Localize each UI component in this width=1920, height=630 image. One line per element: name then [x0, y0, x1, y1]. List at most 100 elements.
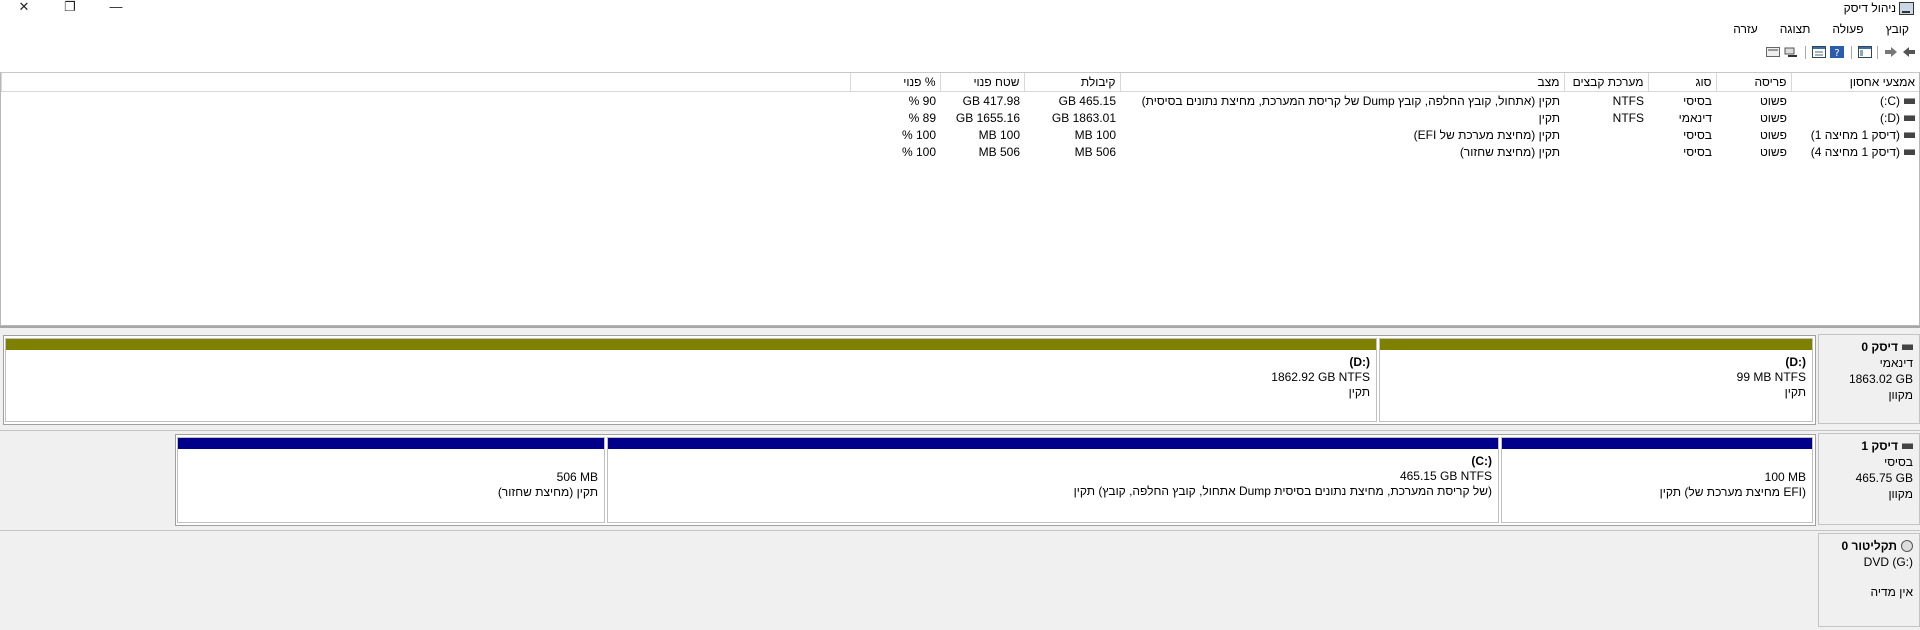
rescan-icon[interactable] — [1784, 46, 1798, 58]
partition-c[interactable]: (C:) 465.15 GB NTFS תקין (אתחול, קובץ הח… — [607, 437, 1499, 523]
disk-0-partitions: (D:) 99 MB NTFS תקין (D:) 1862.92 GB NTF… — [3, 335, 1816, 425]
disk-type: בסיסי — [1884, 455, 1913, 469]
partition-status: תקין — [1784, 385, 1806, 399]
forward-icon[interactable] — [1884, 46, 1898, 58]
column-volume[interactable]: אמצעי אחסון — [1790, 73, 1919, 92]
partition-recovery[interactable]: 506 MB תקין (מחיצת שחזור) — [177, 437, 605, 523]
table-row[interactable]: (D:) פשוט דינאמי NTFS תקין 1863.01 GB 16… — [2, 109, 1920, 126]
volume-capacity: 506 MB — [1074, 144, 1116, 159]
partition-efi[interactable]: 100 MB תקין (מחיצת מערכת של EFI) — [1501, 437, 1813, 523]
partition-status: תקין (מחיצת מערכת של EFI) — [1659, 485, 1806, 499]
partition-label: (D:) — [1349, 355, 1370, 369]
toolbar: ? — [0, 44, 1920, 60]
disk-row-1: דיסק 1 בסיסי 465.75 GB מקוון 100 MB תקין… — [0, 430, 1920, 529]
disk-1-partitions: 100 MB תקין (מחיצת מערכת של EFI) (C:) 46… — [175, 434, 1816, 526]
volume-filesystem — [1564, 143, 1648, 160]
volume-capacity: 100 MB — [1074, 127, 1116, 142]
disk-size: 465.75 GB — [1855, 471, 1913, 485]
disk-icon — [1902, 344, 1913, 350]
column-free-space[interactable]: שטח פנוי — [939, 73, 1024, 92]
volume-type: בסיסי — [1683, 127, 1712, 142]
menu-help[interactable]: עזרה — [1722, 20, 1769, 38]
volume-filesystem: NTFS — [1612, 110, 1644, 125]
menu-view[interactable]: תצוגה — [1769, 20, 1822, 38]
partition-status: תקין (אתחול, קובץ החלפה, קובץ Dump של קר… — [1073, 484, 1492, 498]
partition-label: (D:) — [1785, 355, 1806, 369]
disk-0-label[interactable]: דיסק 0 דינאמי 1863.02 GB מקוון — [1818, 334, 1920, 424]
close-icon[interactable]: ✕ — [10, 0, 38, 16]
disk-row-cdrom: תקליטור 0 DVD (G:) אין מדיה — [0, 530, 1920, 630]
drive-icon — [1904, 131, 1915, 138]
menu-action[interactable]: פעולה — [1821, 20, 1874, 38]
disk-status: מקוון — [1888, 388, 1913, 402]
volume-filesystem — [1564, 126, 1648, 143]
partition-d-main[interactable]: (D:) 1862.92 GB NTFS תקין — [5, 338, 1377, 422]
partition-size: 99 MB NTFS — [1736, 370, 1806, 384]
properties-icon[interactable] — [1812, 46, 1826, 58]
volume-type: בסיסי — [1683, 93, 1712, 108]
volume-layout: פשוט — [1759, 93, 1787, 108]
column-percent-free[interactable]: % פנוי — [849, 73, 940, 92]
disk-1-label[interactable]: דיסק 1 בסיסי 465.75 GB מקוון — [1818, 433, 1920, 525]
volume-status: תקין (מחיצת מערכת של EFI) — [1413, 127, 1560, 142]
column-layout[interactable]: פריסה — [1715, 73, 1791, 92]
partition-size: 465.15 GB NTFS — [1399, 469, 1492, 483]
disk-size: 1863.02 GB — [1848, 372, 1913, 386]
disk-graphical-view: דיסק 0 דינאמי 1863.02 GB מקוון (D:) 99 M… — [0, 326, 1920, 630]
toolbar-separator — [1851, 46, 1852, 59]
drive-icon — [1904, 114, 1915, 121]
volume-free-space: 1655.16 GB — [955, 110, 1020, 125]
partition-d-99mb[interactable]: (D:) 99 MB NTFS תקין — [1379, 338, 1813, 422]
partition-size: 100 MB — [1764, 470, 1806, 484]
restore-icon[interactable]: ❐ — [56, 0, 84, 16]
window-title: ניהול דיסק — [1843, 1, 1896, 15]
menu-bar: קובץ פעולה תצוגה עזרה — [1722, 20, 1920, 38]
volume-status: תקין — [1538, 110, 1560, 125]
cdrom-0-label[interactable]: תקליטור 0 DVD (G:) אין מדיה — [1818, 533, 1920, 627]
volume-type: בסיסי — [1683, 144, 1712, 159]
column-filesystem[interactable]: מערכת קבצים — [1563, 73, 1648, 92]
volume-list: אמצעי אחסון פריסה סוג מערכת קבצים מצב קי… — [0, 72, 1920, 326]
volume-capacity: 465.15 GB — [1058, 93, 1116, 108]
volume-percent-free: 89 % — [908, 110, 936, 125]
partition-size: 506 MB — [556, 470, 598, 484]
table-row[interactable]: (דיסק 1 מחיצה 1) פשוט בסיסי תקין (מחיצת … — [2, 126, 1920, 143]
disk-type: דינאמי — [1879, 356, 1913, 370]
volume-name: (דיסק 1 מחיצה 1) — [1810, 127, 1900, 142]
svg-text:?: ? — [1834, 48, 1839, 58]
volume-name: (דיסק 1 מחיצה 4) — [1810, 144, 1900, 159]
volume-layout: פשוט — [1759, 110, 1787, 125]
view-icon[interactable] — [1766, 46, 1780, 58]
cd-drive-icon — [1901, 540, 1913, 552]
drive-icon — [1904, 97, 1915, 104]
partition-status: תקין (מחיצת שחזור) — [497, 485, 598, 499]
column-type[interactable]: סוג — [1647, 73, 1716, 92]
column-capacity[interactable]: קיבולת — [1023, 73, 1120, 92]
table-header-row: אמצעי אחסון פריסה סוג מערכת קבצים מצב קי… — [1, 73, 1919, 92]
volume-free-space: 100 MB — [978, 127, 1020, 142]
table-row[interactable]: (C:) פשוט בסיסי NTFS תקין (אתחול, קובץ ה… — [2, 92, 1920, 110]
help-icon[interactable]: ? — [1830, 46, 1844, 58]
drive-icon — [1904, 148, 1915, 155]
column-status[interactable]: מצב — [1119, 73, 1564, 92]
volume-capacity: 1863.01 GB — [1051, 110, 1116, 125]
disk-status: מקוון — [1888, 487, 1913, 501]
volume-name: (C:) — [1879, 93, 1900, 108]
disk-row-0: דיסק 0 דינאמי 1863.02 GB מקוון (D:) 99 M… — [0, 332, 1920, 428]
menu-file[interactable]: קובץ — [1875, 20, 1920, 38]
minimize-icon[interactable]: — — [102, 0, 130, 16]
volume-table: אמצעי אחסון פריסה סוג מערכת קבצים מצב קי… — [1, 73, 1919, 160]
disk-icon — [1902, 443, 1913, 449]
volume-free-space: 417.98 GB — [962, 93, 1020, 108]
partition-bar — [1380, 339, 1812, 350]
toolbar-separator — [1805, 46, 1806, 59]
console-tree-icon[interactable] — [1858, 46, 1872, 58]
volume-percent-free: 90 % — [908, 93, 936, 108]
volume-filesystem: NTFS — [1612, 93, 1644, 108]
volume-layout: פשוט — [1759, 144, 1787, 159]
table-row[interactable]: (דיסק 1 מחיצה 4) פשוט בסיסי תקין (מחיצת … — [2, 143, 1920, 160]
disk-name: דיסק 0 — [1861, 340, 1898, 354]
column-filler — [1, 73, 850, 92]
volume-percent-free: 100 % — [901, 127, 936, 142]
back-icon[interactable] — [1902, 46, 1916, 58]
